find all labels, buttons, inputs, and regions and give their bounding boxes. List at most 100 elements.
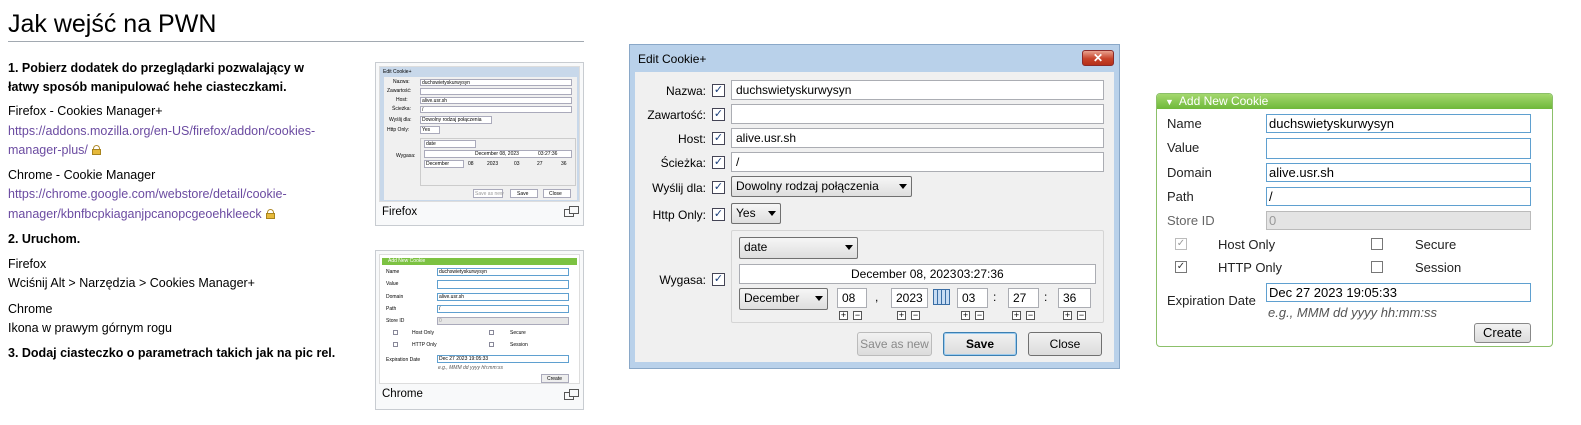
firefox-addon-link-cont[interactable]: manager-plus/ <box>8 140 101 160</box>
minute-field[interactable]: 27 <box>1008 288 1039 308</box>
expiry-type-value: date <box>744 240 768 254</box>
mini-r-session-label: Session <box>510 342 528 348</box>
close-button[interactable]: Close <box>1028 332 1102 356</box>
chrome-thumbnail[interactable]: Add New Cookie Name duchswietyskurwysyn … <box>375 250 584 410</box>
chevron-down-icon <box>845 245 853 250</box>
name-field[interactable]: duchswietyskurwysyn <box>731 80 1104 100</box>
firefox-howto: Wciśnij Alt > Narzędzia > Cookies Manage… <box>8 276 255 290</box>
mini-r-path-value: / <box>439 306 441 312</box>
mini-r-host-only-check <box>393 330 398 335</box>
mini-name-field: duchswietyskurwysyn <box>420 79 572 86</box>
hour-field[interactable]: 03 <box>957 288 988 308</box>
enlarge-icon[interactable] <box>564 206 579 217</box>
lock-icon <box>265 209 275 219</box>
month-select[interactable]: December <box>739 288 828 310</box>
second-minus-button[interactable]: − <box>1077 311 1086 320</box>
mini-host-field: alive.usr.sh <box>420 97 572 104</box>
lock-icon <box>91 145 101 155</box>
firefox-thumbnail[interactable]: Edit Cookie+ duchswietyskurwysyn alive.u… <box>375 62 584 226</box>
firefox-link-text[interactable]: manager-plus/ <box>8 143 88 157</box>
dialog-close-button[interactable]: ✕ <box>1082 50 1114 66</box>
expires-checkbox[interactable]: ✓ <box>712 273 725 286</box>
time-separator-2: : <box>1044 290 1048 304</box>
triangle-down-icon: ▼ <box>1165 97 1174 107</box>
title-divider <box>8 41 584 42</box>
host-checkbox[interactable]: ✓ <box>712 132 725 145</box>
r-secure-checkbox[interactable] <box>1371 238 1383 250</box>
r-name-field[interactable]: duchswietyskurwysyn <box>1266 114 1531 133</box>
mini-label-http: Http Only: <box>387 127 410 133</box>
firefox-addon-link[interactable]: https://addons.mozilla.org/en-US/firefox… <box>8 121 315 141</box>
r-path-field[interactable]: / <box>1266 187 1531 206</box>
add-cookie-header[interactable]: ▼ Add New Cookie <box>1157 94 1552 109</box>
save-button[interactable]: Save <box>943 332 1017 356</box>
chrome-label: Chrome <box>8 302 53 316</box>
path-checkbox[interactable]: ✓ <box>712 156 725 169</box>
firefox-thumb-caption: Firefox <box>382 206 418 218</box>
mini-http-value: Yes <box>422 127 431 133</box>
minute-minus-button[interactable]: − <box>1026 311 1035 320</box>
year-minus-button[interactable]: − <box>911 311 920 320</box>
day-field[interactable]: 08 <box>837 288 867 308</box>
year-plus-button[interactable]: + <box>897 311 906 320</box>
label-content: Zawartość: <box>647 108 706 122</box>
send-for-checkbox[interactable]: ✓ <box>712 181 725 194</box>
r-session-checkbox[interactable] <box>1371 261 1383 273</box>
host-field[interactable]: alive.usr.sh <box>731 128 1104 148</box>
mini-expiry-type-value: date <box>426 141 436 147</box>
r-session-label: Session <box>1415 260 1462 275</box>
day-plus-button[interactable]: + <box>839 311 848 320</box>
calendar-icon[interactable] <box>933 289 950 305</box>
second-plus-button[interactable]: + <box>1063 311 1072 320</box>
r-http-only-checkbox[interactable]: ✓ <box>1175 261 1187 273</box>
r-domain-field[interactable]: alive.usr.sh <box>1266 163 1531 182</box>
label-path: Ścieżka: <box>660 156 706 170</box>
mini-hour: 03 <box>514 161 520 167</box>
save-as-new-button[interactable]: Save as new <box>857 332 932 356</box>
mini-r-http-check <box>393 342 398 347</box>
expiry-display: December 08, 2023 03:27:36 <box>739 264 1096 284</box>
mini-http-select: Yes <box>420 126 440 134</box>
hour-minus-button[interactable]: − <box>975 311 984 320</box>
mini-close-label: Close <box>549 191 562 197</box>
label-send-for: Wyślij dla: <box>652 181 706 195</box>
chrome-addon-link[interactable]: https://chrome.google.com/webstore/detai… <box>8 184 287 204</box>
send-for-select[interactable]: Dowolny rodzaj połączenia <box>731 176 912 197</box>
expiry-type-select[interactable]: date <box>739 237 858 259</box>
firefox-thumbnail-image[interactable]: Edit Cookie+ duchswietyskurwysyn alive.u… <box>379 66 580 202</box>
mini-r-create: Create <box>541 374 569 383</box>
r-expiration-field[interactable]: Dec 27 2023 19:05:33 <box>1266 283 1531 302</box>
chevron-down-icon <box>899 184 907 189</box>
day-minus-button[interactable]: − <box>853 311 862 320</box>
http-only-checkbox[interactable]: ✓ <box>712 208 725 221</box>
year-field[interactable]: 2023 <box>891 288 928 308</box>
name-checkbox[interactable]: ✓ <box>712 84 725 97</box>
content-checkbox[interactable]: ✓ <box>712 108 725 121</box>
second-field[interactable]: 36 <box>1058 288 1091 308</box>
mini-r-exp-label: Expiration Date <box>386 357 421 363</box>
mini-save: Save <box>510 189 538 198</box>
chrome-link-text[interactable]: manager/kbnfbcpkiaganjpcanopcgeoehkleeck <box>8 207 262 221</box>
http-only-select[interactable]: Yes <box>731 203 781 224</box>
hour-plus-button[interactable]: + <box>961 311 970 320</box>
step1-line1: 1. Pobierz dodatek do przeglądarki pozwa… <box>8 61 304 75</box>
chrome-addon-name: Chrome - Cookie Manager <box>8 168 156 182</box>
enlarge-icon[interactable] <box>564 389 579 400</box>
r-value-field[interactable] <box>1266 138 1531 159</box>
chrome-thumbnail-image[interactable]: Add New Cookie Name duchswietyskurwysyn … <box>379 254 580 384</box>
r-domain-label: Domain <box>1167 165 1212 180</box>
mini-r-store-value: 0 <box>439 318 442 324</box>
mini-send-select: Dowolny rodzaj połączenia <box>420 116 492 124</box>
mini-save-label: Save <box>517 191 529 197</box>
r-expiration-hint: e.g., MMM dd yyyy hh:mm:ss <box>1268 305 1438 320</box>
create-button[interactable]: Create <box>1474 323 1531 343</box>
mini-r-name-label: Name <box>386 269 400 275</box>
minute-plus-button[interactable]: + <box>1012 311 1021 320</box>
step2: 2. Uruchom. <box>8 232 81 246</box>
mini-expiry-type: date <box>424 140 476 148</box>
step1-line2: łatwy sposób manipulować hehe ciasteczka… <box>8 80 287 94</box>
path-field[interactable]: / <box>731 152 1104 172</box>
mini-send-value: Dowolny rodzaj połączenia <box>422 117 482 123</box>
content-field[interactable] <box>731 104 1104 124</box>
chrome-addon-link-cont[interactable]: manager/kbnfbcpkiaganjpcanopcgeoehkleeck <box>8 204 275 224</box>
